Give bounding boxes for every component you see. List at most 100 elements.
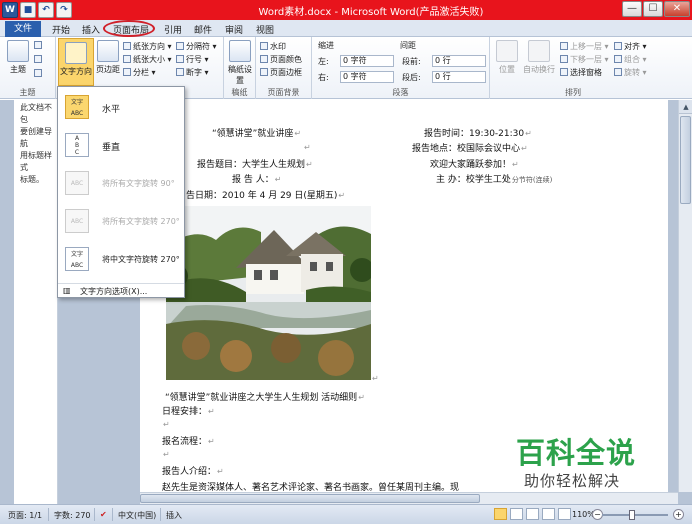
watermark-button[interactable]: 水印 (260, 41, 286, 52)
undo-icon[interactable]: ↶ (38, 2, 54, 18)
tab-references[interactable]: 引用 (164, 23, 182, 36)
indent-left-input[interactable]: 0 字符 (340, 55, 394, 67)
status-insert-mode[interactable]: 插入 (166, 510, 182, 521)
doc-line-empty[interactable]: ↵ (371, 374, 379, 384)
vertical-scroll-thumb[interactable] (680, 116, 691, 204)
maximize-button[interactable]: ☐ (643, 1, 663, 17)
wrap-text-button[interactable]: 自动换行 (522, 40, 556, 75)
group-objects-button[interactable]: 组合 ▾ (614, 54, 647, 65)
orientation-button[interactable]: 纸张方向 ▾ (123, 41, 172, 52)
text-direction-button[interactable]: 文字方向 (58, 38, 94, 86)
bring-forward-button[interactable]: 上移一层 ▾ (560, 41, 609, 52)
status-word-count[interactable]: 字数: 270 (54, 510, 91, 521)
menu-item-label: 文字方向选项(X)... (80, 287, 148, 296)
minimize-button[interactable]: — (622, 1, 642, 17)
vertical-scrollbar[interactable]: ▲ (678, 100, 692, 492)
scroll-up-arrow-icon[interactable]: ▲ (679, 100, 692, 114)
draft-paper-button[interactable]: 稿纸设置 (228, 40, 252, 86)
rotate-label: 旋转 (624, 68, 640, 77)
tab-review[interactable]: 审阅 (225, 23, 243, 36)
horizontal-scrollbar[interactable] (140, 492, 678, 504)
rotate-button[interactable]: 旋转 ▾ (614, 67, 647, 78)
navpane-line: 此文档不包 (20, 103, 52, 124)
menu-item-rotate-90[interactable]: ABC 将所有文字旋转 90° (58, 165, 184, 203)
selection-pane-button[interactable]: 选择窗格 (560, 67, 602, 78)
size-button[interactable]: 纸张大小 ▾ (123, 54, 172, 65)
doc-line[interactable]: 欢迎大家踊跃参加！↵ (430, 157, 519, 170)
margins-button[interactable]: 页边距 (94, 40, 122, 75)
doc-line[interactable]: 日程安排：↵ (162, 404, 215, 417)
menu-item-horizontal[interactable]: 文字 ABC 水平 (58, 89, 184, 127)
draft-view-icon[interactable] (558, 508, 571, 520)
menu-item-vertical[interactable]: A B C 垂直 (58, 127, 184, 165)
doc-line[interactable]: 报告题目：大学生人生规划↵ (197, 157, 313, 170)
full-screen-view-icon[interactable] (510, 508, 523, 520)
group-arrange: 位置 自动换行 上移一层 ▾ 下移一层 ▾ 选择窗格 对齐 ▾ 组合 ▾ 旋转 … (490, 37, 656, 99)
page-border-button[interactable]: 页面边框 (260, 67, 302, 78)
doc-line[interactable]: 主 办：校学生工处分节符(连续) (436, 172, 552, 185)
doc-line-empty[interactable]: ↵ (303, 143, 311, 153)
proofing-icon[interactable]: ✔ (100, 510, 107, 519)
doc-line[interactable]: 报告时间：19:30-21:30↵ (424, 126, 532, 139)
indent-right-input[interactable]: 0 字符 (340, 71, 394, 83)
tab-file[interactable]: 文件 (5, 21, 41, 37)
doc-line[interactable]: 报 告 人：↵ (232, 172, 281, 185)
indent-heading: 缩进 (318, 41, 334, 50)
group-label-background: 页面背景 (267, 88, 300, 97)
hyphenation-button[interactable]: 断字 ▾ (176, 67, 209, 78)
tab-mailings[interactable]: 邮件 (194, 23, 212, 36)
doc-line[interactable]: 报告地点：校国际会议中心↵ (412, 141, 528, 154)
horizontal-scroll-thumb[interactable] (140, 494, 480, 503)
menu-item-label: 水平 (102, 105, 121, 115)
print-layout-view-icon[interactable] (494, 508, 507, 520)
menu-item-label: 将所有文字旋转 90° (102, 179, 175, 188)
tab-page-layout[interactable]: 页面布局 (113, 23, 149, 36)
status-language[interactable]: 中文(中国) (118, 510, 156, 521)
menu-item-text-direction-options[interactable]: ▥ 文字方向选项(X)... (58, 283, 184, 297)
doc-line[interactable]: 报名流程：↵ (162, 434, 215, 447)
columns-button[interactable]: 分栏 ▾ (123, 67, 156, 78)
text-direction-menu: 文字 ABC 水平 A B C 垂直 ABC 将所有文字旋转 90° ABC 将… (57, 86, 185, 298)
redo-icon[interactable]: ↷ (56, 2, 72, 18)
theme-colors-icon[interactable] (34, 41, 44, 50)
menu-item-label: 将中文字符旋转 270° (102, 255, 180, 264)
breaks-button[interactable]: 分隔符 ▾ (176, 41, 217, 52)
page-color-button[interactable]: 页面颜色 (260, 54, 302, 65)
theme-fonts-icon[interactable] (34, 55, 44, 64)
zoom-slider-track[interactable] (602, 514, 668, 516)
status-page-count[interactable]: 页面: 1/1 (8, 510, 42, 521)
spacing-before-input[interactable]: 0 行 (432, 55, 486, 67)
themes-button[interactable]: 主题 (6, 40, 30, 75)
position-button[interactable]: 位置 (494, 40, 520, 75)
outline-view-icon[interactable] (542, 508, 555, 520)
send-backward-button[interactable]: 下移一层 ▾ (560, 54, 609, 65)
doc-line-empty[interactable]: ↵ (162, 450, 170, 460)
tab-home[interactable]: 开始 (52, 23, 70, 36)
doc-line[interactable]: “领慧讲堂”就业讲座之大学生人生规划 活动细则↵ (165, 390, 365, 403)
margins-icon (97, 40, 119, 62)
save-icon[interactable]: ■ (20, 2, 36, 18)
word-app-icon[interactable]: W (2, 2, 18, 18)
align-button[interactable]: 对齐 ▾ (614, 41, 647, 52)
quick-access-toolbar: W ■ ↶ ↷ (2, 2, 72, 18)
house-photo[interactable] (166, 206, 371, 380)
doc-line[interactable]: 报告人介绍：↵ (162, 464, 224, 477)
position-label: 位置 (499, 65, 515, 74)
spacing-after-input[interactable]: 0 行 (432, 71, 486, 83)
indent-right-label: 右: (318, 73, 329, 82)
zoom-slider-thumb[interactable] (629, 510, 635, 520)
zoom-in-icon[interactable]: + (673, 509, 684, 520)
tab-view[interactable]: 视图 (256, 23, 274, 36)
menu-item-rotate-270[interactable]: ABC 将所有文字旋转 270° (58, 203, 184, 241)
close-button[interactable]: ✕ (664, 1, 690, 17)
menu-item-rotate-chinese-270[interactable]: 文字 ABC 将中文字符旋转 270° (58, 241, 184, 279)
doc-line-empty[interactable]: ↵ (162, 420, 170, 430)
doc-line[interactable]: “领慧讲堂”就业讲座↵ (212, 126, 301, 139)
tab-insert[interactable]: 插入 (82, 23, 100, 36)
theme-effects-icon[interactable] (34, 69, 44, 78)
paragraph-mark: ↵ (525, 129, 532, 138)
doc-line[interactable]: 告日期：2010 年 4 月 29 日(星期五)↵ (186, 188, 345, 201)
line-numbers-button[interactable]: 行号 ▾ (176, 54, 209, 65)
web-layout-view-icon[interactable] (526, 508, 539, 520)
columns-label: 分栏 (133, 68, 149, 77)
